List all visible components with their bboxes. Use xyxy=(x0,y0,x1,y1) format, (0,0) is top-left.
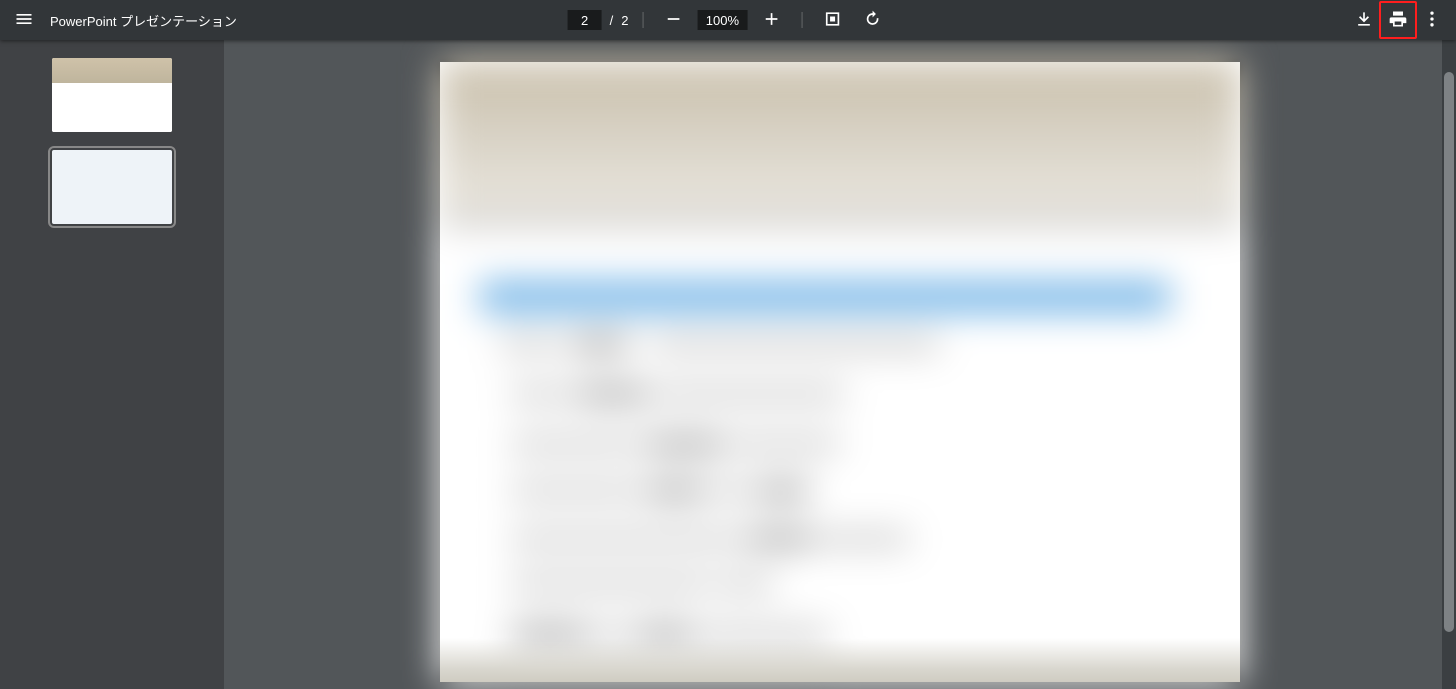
page-number-input[interactable] xyxy=(568,10,602,30)
page-area[interactable] xyxy=(224,40,1456,689)
page-bottom-edge xyxy=(440,638,1240,682)
page-2 xyxy=(440,62,1240,682)
zoom-in-button[interactable] xyxy=(755,4,787,36)
more-icon xyxy=(1422,9,1442,32)
download-button[interactable] xyxy=(1348,4,1380,36)
rotate-icon xyxy=(862,9,882,32)
zoom-in-icon xyxy=(761,9,781,32)
page-content-blurred xyxy=(440,62,1240,682)
thumbnail-2[interactable] xyxy=(52,150,172,224)
separator xyxy=(642,12,643,28)
separator xyxy=(801,12,802,28)
workspace xyxy=(0,40,1456,689)
print-icon xyxy=(1388,9,1408,32)
zoom-level-input[interactable] xyxy=(697,10,747,30)
thumbnail-1[interactable] xyxy=(52,58,172,132)
more-button[interactable] xyxy=(1416,4,1448,36)
fit-page-icon xyxy=(822,9,842,32)
document-title: PowerPoint プレゼンテーション xyxy=(50,11,237,30)
vertical-scrollbar[interactable] xyxy=(1442,40,1456,689)
zoom-out-icon xyxy=(663,9,683,32)
menu-icon xyxy=(14,9,34,32)
zoom-out-button[interactable] xyxy=(657,4,689,36)
thumbnail-sidebar xyxy=(0,40,224,689)
page-separator: / xyxy=(610,13,614,28)
toolbar-center: / 2 xyxy=(568,0,889,40)
toolbar: PowerPoint プレゼンテーション / 2 xyxy=(0,0,1456,40)
menu-button[interactable] xyxy=(8,4,40,36)
fit-page-button[interactable] xyxy=(816,4,848,36)
page-total: 2 xyxy=(621,13,628,28)
download-icon xyxy=(1354,9,1374,32)
print-button[interactable] xyxy=(1382,4,1414,36)
vertical-scrollbar-thumb[interactable] xyxy=(1444,72,1454,632)
rotate-button[interactable] xyxy=(856,4,888,36)
